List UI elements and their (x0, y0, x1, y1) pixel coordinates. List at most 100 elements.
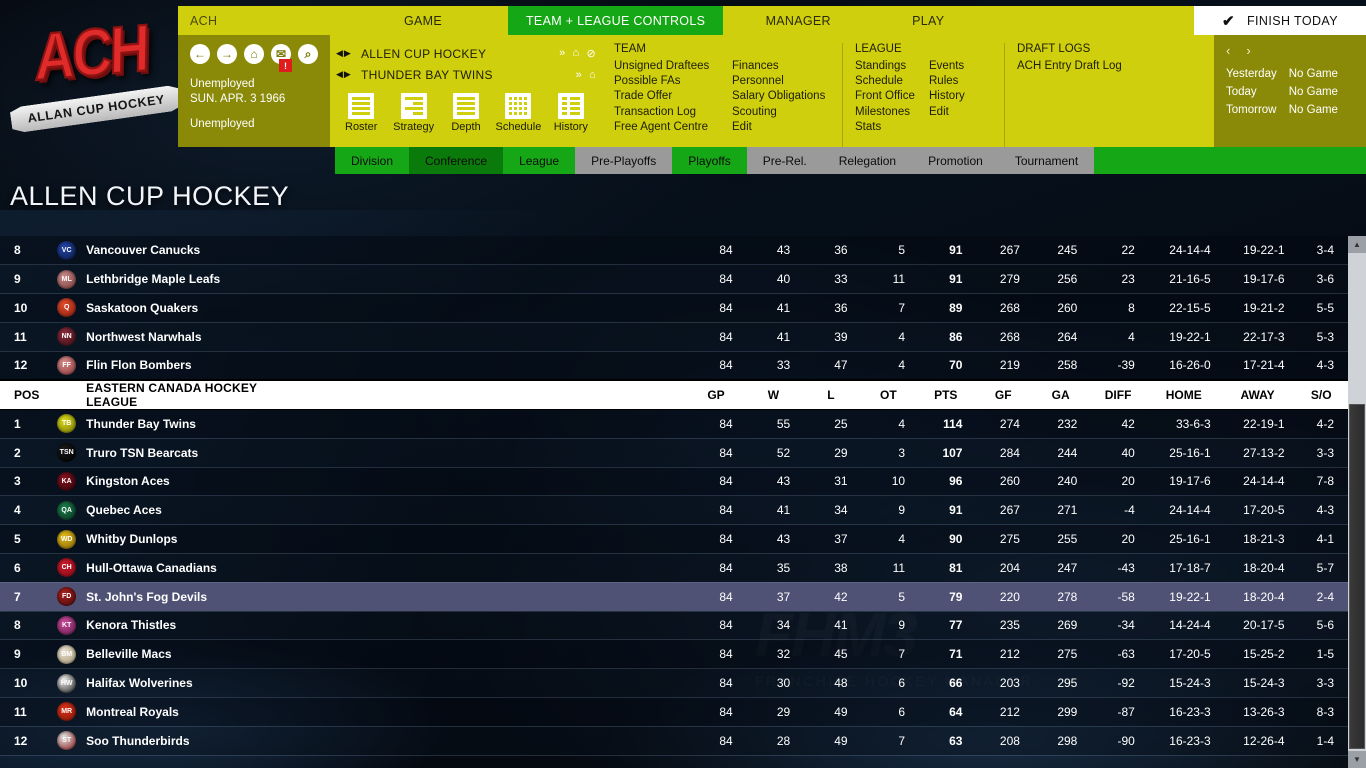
subtab-tournament[interactable]: Tournament (998, 147, 1095, 174)
scrollbar-thumb[interactable] (1349, 404, 1365, 749)
subtab-league[interactable]: League (503, 147, 576, 174)
quick-strategy-button[interactable]: Strategy (388, 93, 438, 133)
table-row[interactable]: 3 KA Kingston Aces 84 43 31 10 96 260 240 20 19-17-… (0, 467, 1348, 497)
table-row[interactable]: 7 FD St. John's Fog Devils 84 37 42 5 79 220 278-… (0, 582, 1348, 612)
row-gp: 84 (687, 495, 745, 526)
home-icon[interactable]: ⌂ (589, 69, 596, 81)
menu-link[interactable]: Salary Obligations (732, 89, 825, 104)
row-blank (287, 524, 688, 554)
menu-link[interactable]: Personnel (732, 74, 825, 89)
subtab-playoffs[interactable]: Playoffs (672, 147, 747, 174)
search-icon[interactable]: ⌕ (298, 44, 318, 64)
row-pts: 91 (917, 264, 975, 295)
menu-item-play[interactable]: PLAY (873, 6, 983, 35)
table-row[interactable]: 8 VC Vancouver Canucks 84 43 36 5 91 267 245 22 24-… (0, 236, 1348, 266)
menu-item-team-league-controls[interactable]: TEAM + LEAGUE CONTROLS (508, 6, 724, 35)
league-selector[interactable]: ◀▶ ALLEN CUP HOCKEY » ⌂ ⊘ (336, 43, 596, 64)
row-home-record: 19-22-1 (1146, 322, 1221, 352)
finish-today-button[interactable]: ✔ FINISH TODAY (1194, 6, 1366, 35)
menu-link[interactable]: Edit (929, 105, 965, 120)
row-shootout-record: 3-3 (1294, 668, 1348, 698)
table-row[interactable]: 9 BM Belleville Macs 84 32 45 7 71 212 275 -63 17-2… (0, 639, 1348, 670)
menu-link[interactable]: Rules (929, 74, 965, 89)
menu-link[interactable]: Free Agent Centre (614, 120, 724, 135)
date-prev-icon[interactable]: ‹ (1226, 43, 1230, 58)
row-blank (287, 322, 688, 352)
forward-icon[interactable]: → (217, 44, 237, 64)
subtab-conference[interactable]: Conference (409, 147, 504, 174)
home-icon[interactable]: ⌂ (573, 47, 580, 60)
row-position: 10 (0, 293, 48, 323)
row-l: 49 (802, 726, 860, 756)
date-next-icon[interactable]: › (1246, 43, 1250, 58)
menu-link[interactable]: Unsigned Draftees (614, 59, 724, 74)
quick-schedule-button[interactable]: Schedule (493, 93, 543, 133)
quick-depth-button[interactable]: Depth (441, 93, 491, 133)
menu-link[interactable]: ACH Entry Draft Log (1017, 59, 1122, 74)
row-pts: 70 (917, 351, 975, 381)
table-row[interactable]: 9 ML Lethbridge Maple Leafs 84 40 33 11 91 279 25… (0, 264, 1348, 295)
scroll-down-icon[interactable]: ▼ (1348, 751, 1366, 768)
team-logo-icon: TB (57, 414, 77, 434)
home-icon[interactable]: ⌂ (244, 44, 264, 64)
team-links-col2: Finances Personnel Salary Obligations Scout… (732, 59, 825, 135)
menu-link[interactable]: Standings (855, 59, 921, 74)
table-row[interactable]: 4 QA Quebec Aces 84 41 34 9 91 267 271 -4 24-14-4 17… (0, 495, 1348, 526)
team-prev-next-arrows[interactable]: ◀▶ (336, 69, 356, 80)
menu-link[interactable]: Stats (855, 120, 921, 135)
team-logo-icon: NN (57, 327, 77, 347)
league-prev-next-arrows[interactable]: ◀▶ (336, 48, 356, 59)
table-row[interactable]: 12 ST Soo Thunderbirds 84 28 49 7 63 208 298 -90 16… (0, 726, 1348, 756)
menu-link[interactable]: Milestones (855, 105, 921, 120)
table-row[interactable]: 12 FF Flin Flon Bombers 84 33 47 4 70 219 258 -39 1… (0, 351, 1348, 381)
league-links-header: LEAGUE (855, 43, 902, 55)
chevron-down-icon[interactable]: » (576, 69, 582, 81)
quick-schedule-label: Schedule (495, 121, 542, 133)
standings-subtabs: Division Conference League Pre-Playoffs Play… (335, 147, 1366, 174)
table-row[interactable]: 1 TB Thunder Bay Twins 84 55 25 4 114 274 232 42 33… (0, 409, 1348, 439)
row-pts: 107 (917, 438, 975, 468)
back-icon[interactable]: ← (190, 44, 210, 64)
menu-item-manager[interactable]: MANAGER (723, 6, 873, 35)
subtab-pre-playoffs[interactable]: Pre-Playoffs (575, 147, 673, 174)
scroll-up-icon[interactable]: ▲ (1348, 236, 1366, 253)
table-row[interactable]: 11 NN Northwest Narwhals 84 41 39 4 86 268 264 4 19… (0, 322, 1348, 352)
menu-link[interactable]: Front Office (855, 89, 921, 104)
subtab-relegation[interactable]: Relegation (822, 147, 913, 174)
row-blank (287, 236, 688, 266)
quick-history-button[interactable]: History (546, 93, 596, 133)
row-away-record: 13-26-3 (1220, 697, 1295, 727)
subtab-promotion[interactable]: Promotion (912, 147, 999, 174)
row-shootout-record: 4-2 (1294, 409, 1348, 439)
menu-link[interactable]: Schedule (855, 74, 921, 89)
table-row[interactable]: 11 MR Montreal Royals 84 29 49 6 64 212 299 -87 16-… (0, 697, 1348, 727)
menu-link[interactable]: Possible FAs (614, 74, 724, 89)
table-row[interactable]: 8 KT Kenora Thistles 84 34 41 9 77 235 269 -34 14-2… (0, 611, 1348, 641)
row-l: 41 (802, 611, 860, 641)
menu-link[interactable]: Finances (732, 59, 825, 74)
menu-link[interactable]: Edit (732, 120, 825, 135)
table-row[interactable]: 6 CH Hull-Ottawa Canadians 84 35 38 11 81 204 247… (0, 553, 1348, 583)
team-selector[interactable]: ◀▶ THUNDER BAY TWINS » ⌂ (336, 64, 596, 85)
team-selector-actions[interactable]: » ⌂ (576, 69, 596, 81)
table-row[interactable]: 2 TSN Truro TSN Bearcats 84 52 29 3 107 284 244 40… (0, 438, 1348, 468)
vertical-scrollbar[interactable]: ▲ ▼ (1348, 236, 1366, 768)
date-nav[interactable]: ‹ › (1226, 43, 1366, 58)
league-selector-actions[interactable]: » ⌂ ⊘ (559, 47, 596, 60)
subtab-division[interactable]: Division (335, 147, 410, 174)
menu-link[interactable]: Transaction Log (614, 105, 724, 120)
row-away-record: 15-25-2 (1220, 639, 1295, 670)
table-row[interactable]: 10 HW Halifax Wolverines 84 30 48 6 66 203 295 -92… (0, 668, 1348, 698)
row-team-name: Northwest Narwhals (86, 322, 288, 352)
menu-link[interactable]: Scouting (732, 105, 825, 120)
menu-link[interactable]: History (929, 89, 965, 104)
table-row[interactable]: 10 Q Saskatoon Quakers 84 41 36 7 89 268 260 8 22-1… (0, 293, 1348, 323)
menu-link[interactable]: Events (929, 59, 965, 74)
chevron-down-icon[interactable]: » (559, 47, 565, 60)
menu-link[interactable]: Trade Offer (614, 89, 724, 104)
subtab-pre-rel[interactable]: Pre-Rel. (746, 147, 823, 174)
globe-icon[interactable]: ⊘ (586, 47, 596, 60)
table-row[interactable]: 5 WD Whitby Dunlops 84 43 37 4 90 275 255 20 25-16-… (0, 524, 1348, 554)
menu-item-game[interactable]: GAME (338, 6, 508, 35)
quick-roster-button[interactable]: Roster (336, 93, 386, 133)
